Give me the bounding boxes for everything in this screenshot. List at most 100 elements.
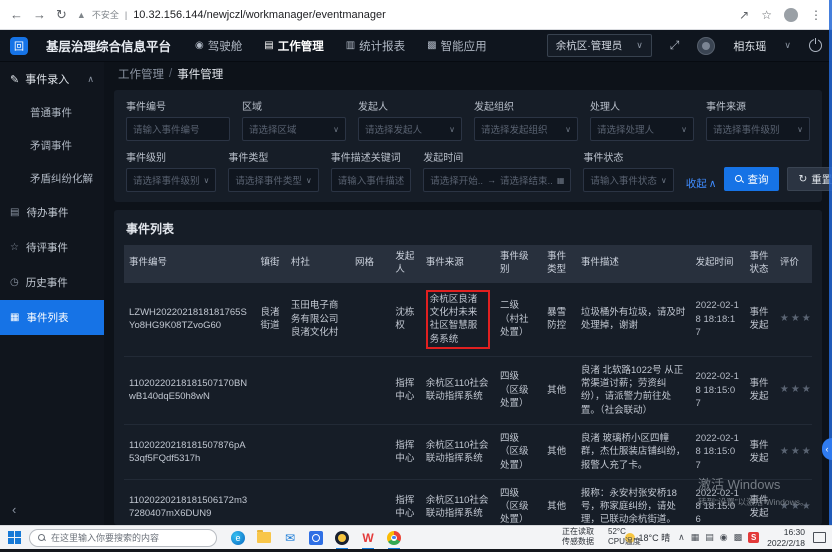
date-range-picker[interactable]: 请选择开始.. → 请选择结束.. ▦ [423, 168, 571, 192]
sidebar-item-pending-review-events[interactable]: ☆ 待评事件 [0, 230, 104, 265]
chevron-down-icon: ∨ [565, 125, 571, 134]
browser-forward-icon[interactable]: → [33, 7, 46, 22]
chrome-icon[interactable] [386, 530, 402, 546]
notification-center-icon[interactable] [813, 532, 826, 543]
sidebar-item-event-list[interactable]: ▦ 事件列表 [0, 300, 104, 335]
filter-start-time: 发起时间 请选择开始.. → 请选择结束.. ▦ [423, 149, 571, 192]
url-text: 10.32.156.144/newjczl/workmanager/eventm… [133, 9, 386, 21]
logout-power-icon[interactable] [809, 39, 822, 52]
sidebar: ✎ 事件录入 ∧ 普通事件 矛调事件 矛盾纠纷化解 ▤ 待办事件 ☆ 待评事件 … [0, 62, 104, 525]
fullscreen-icon[interactable]: ⤢ [670, 38, 680, 53]
desc-keyword-input[interactable]: 请输入事件描述 [331, 168, 412, 192]
collapse-filters-link[interactable]: 收起 ∧ [686, 176, 717, 191]
filter-initiator-org: 发起组织 请选择发起组织 ∨ [474, 98, 578, 141]
tray-monitor-icon[interactable]: ▦ [691, 532, 700, 543]
app-top-nav: 回 基层治理综合信息平台 ◉ 驾驶舱 ▤ 工作管理 ▥ 统计报表 ▩ 智能应用 … [0, 30, 832, 62]
initiator-org-select[interactable]: 请选择发起组织 ∨ [474, 117, 578, 141]
table-row[interactable]: 11020220218181507876pA53qf5FQdf5317h 指挥中… [124, 425, 812, 480]
breadcrumb-parent[interactable]: 工作管理 [118, 66, 164, 82]
event-status-select[interactable]: 请输入事件状态 ∨ [583, 168, 673, 192]
filter-handler: 处理人 请选择处理人 ∨ [590, 98, 694, 141]
tray-display-icon[interactable]: ▤ [705, 532, 714, 543]
address-bar[interactable]: ▲ 不安全 | 10.32.156.144/newjczl/workmanage… [77, 8, 729, 21]
nav-item-report[interactable]: ▥ 统计报表 [346, 38, 405, 54]
filter-panel: 事件编号 请输入事件编号 区域 请选择区域 ∨ 发起人 请选择发起人 [114, 90, 822, 202]
sidebar-group-event-entry[interactable]: ✎ 事件录入 ∧ [0, 62, 104, 96]
col-village: 村社 [286, 245, 350, 283]
browser-menu-icon[interactable]: ⋮ [810, 8, 822, 22]
browser-back-icon[interactable]: ← [10, 7, 23, 22]
nav-item-smart-apps[interactable]: ▩ 智能应用 [427, 38, 486, 54]
username[interactable]: 相东瑶 [733, 38, 766, 54]
clock-icon: ◷ [10, 277, 19, 288]
rating-stars[interactable]: ★★★ [775, 283, 812, 357]
table-row[interactable]: 11020220218181507170BNwB140dqE50h8wN 指挥中… [124, 356, 812, 424]
region-select[interactable]: 请选择区域 ∨ [242, 117, 346, 141]
star-icon: ★ [802, 313, 813, 324]
browser-reload-icon[interactable]: ↻ [56, 7, 67, 23]
sidebar-item-dispute-resolve[interactable]: 矛盾纠纷化解 [0, 162, 104, 195]
sidebar-item-mediation-event[interactable]: 矛调事件 [0, 129, 104, 162]
blue-app-icon[interactable] [308, 530, 324, 546]
filter-event-source: 事件来源 请选择事件级别 ∨ [706, 98, 810, 141]
breadcrumb: 工作管理 / 事件管理 [104, 62, 832, 86]
clipboard-icon: ▤ [10, 207, 19, 218]
nav-item-dashboard[interactable]: ◉ 驾驶舱 [195, 38, 242, 54]
rating-stars[interactable]: ★★★ [775, 425, 812, 480]
share-icon[interactable]: ↗ [739, 8, 749, 22]
role-select[interactable]: 余杭区·管理员 ∨ [547, 34, 652, 57]
search-icon [735, 175, 743, 183]
col-event-no: 事件编号 [124, 245, 256, 283]
event-no-input[interactable]: 请输入事件编号 [126, 117, 230, 141]
event-level-select[interactable]: 请选择事件级别 ∨ [126, 168, 216, 192]
filter-event-no: 事件编号 请输入事件编号 [126, 98, 230, 141]
tray-volume-icon[interactable]: ◉ [720, 532, 728, 543]
col-time: 发起时间 [691, 245, 745, 283]
browser-profile-icon[interactable] [784, 8, 798, 22]
start-button[interactable] [8, 531, 22, 545]
event-source-select[interactable]: 请选择事件级别 ∨ [706, 117, 810, 141]
filter-event-status: 事件状态 请输入事件状态 ∨ [583, 149, 673, 192]
filter-initiator: 发起人 请选择发起人 ∨ [358, 98, 462, 141]
bookmark-icon[interactable]: ☆ [761, 8, 772, 22]
sidebar-collapse-icon[interactable]: ‹ [12, 502, 16, 517]
taskbar-search[interactable]: 在这里输入你要搜索的内容 [29, 529, 217, 547]
star-outline-icon: ☆ [10, 242, 19, 253]
taskbar-clock[interactable]: 16:30 2022/2/18 [767, 527, 805, 548]
table-header-row: 事件编号 镇街 村社 网格 发起人 事件来源 事件级别 事件类型 事件描述 发起… [124, 245, 812, 283]
avatar[interactable] [697, 37, 715, 55]
breadcrumb-current: 事件管理 [177, 66, 223, 82]
user-chevron-down-icon[interactable]: ∨ [784, 40, 791, 51]
edge-icon[interactable]: e [230, 530, 246, 546]
sidebar-item-normal-event[interactable]: 普通事件 [0, 96, 104, 129]
star-icon: ★ [791, 384, 802, 395]
tray-usb-icon[interactable]: ▩ [734, 532, 743, 543]
browser-app-icon[interactable] [334, 530, 350, 546]
col-town: 镇街 [256, 245, 286, 283]
col-grid: 网格 [350, 245, 390, 283]
col-initiator: 发起人 [390, 245, 420, 283]
event-type-select[interactable]: 请选择事件类型 ∨ [228, 168, 318, 192]
col-status: 事件状态 [745, 245, 775, 283]
file-explorer-icon[interactable] [256, 530, 272, 546]
col-rating: 评价 [775, 245, 812, 283]
sidebar-item-todo-events[interactable]: ▤ 待办事件 [0, 195, 104, 230]
mail-icon[interactable]: ✉ [282, 530, 298, 546]
reset-button[interactable]: ↻ 重置 [787, 167, 832, 191]
caret-up-icon: ∧ [709, 178, 717, 190]
sidebar-item-history-events[interactable]: ◷ 历史事件 [0, 265, 104, 300]
grid-icon: ▦ [10, 312, 19, 323]
initiator-select[interactable]: 请选择发起人 ∨ [358, 117, 462, 141]
sogou-input-icon[interactable]: S [748, 532, 759, 543]
rating-stars[interactable]: ★★★ [775, 356, 812, 424]
apps-icon: ▩ [427, 40, 436, 51]
search-button[interactable]: 查询 [724, 167, 779, 191]
table-row[interactable]: LZWH2022021818181765SYo8HG9K08TZvoG60 良渚… [124, 283, 812, 357]
wps-icon[interactable]: W [360, 530, 376, 546]
chevron-down-icon: ∨ [661, 176, 667, 185]
tray-expand-icon[interactable]: ∧ [678, 532, 685, 543]
reset-icon: ↻ [798, 173, 807, 185]
chevron-down-icon: ∨ [797, 125, 803, 134]
nav-item-work-manage[interactable]: ▤ 工作管理 [264, 38, 323, 54]
handler-select[interactable]: 请选择处理人 ∨ [590, 117, 694, 141]
